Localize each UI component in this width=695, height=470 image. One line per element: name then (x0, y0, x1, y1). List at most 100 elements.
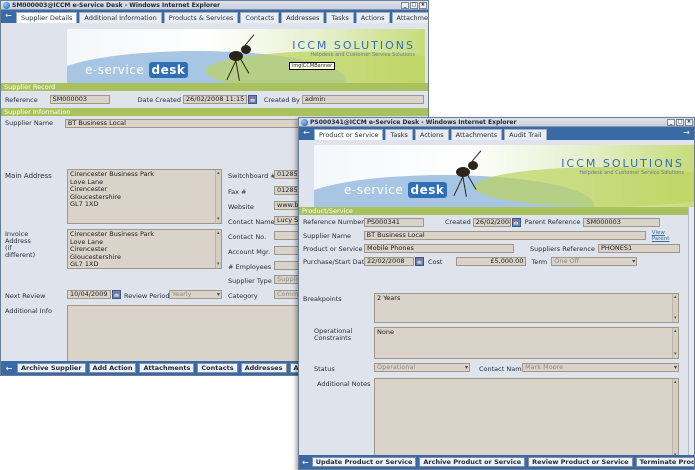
cost-label: Cost (428, 257, 443, 266)
supplier-name-field[interactable]: BT Business Local (363, 231, 646, 240)
status-select[interactable]: Operational (374, 363, 470, 372)
supplier-type-label: Supplier Type (228, 277, 272, 285)
tab-contacts[interactable]: Contacts (240, 12, 280, 23)
tab-tasks[interactable]: Tasks (326, 12, 354, 23)
term-select[interactable]: One Off (551, 257, 638, 266)
tab-audit-trail[interactable]: Audit Trail (504, 129, 547, 140)
tab-attachments[interactable]: Attachments (391, 12, 428, 23)
ie-icon (3, 1, 10, 9)
iccm-brand: ICCM SOLUTIONS (561, 157, 684, 170)
back-arrow-icon[interactable]: ← (3, 11, 14, 22)
date-created-field[interactable]: 26/02/2008 11:15 (183, 95, 248, 104)
calendar-icon[interactable]: 📅 (415, 257, 424, 266)
category-label: Category (228, 292, 258, 300)
calendar-icon[interactable]: 📅 (112, 290, 121, 299)
switchboard-label: Switchboard # (228, 172, 276, 180)
tab-actions[interactable]: Actions (355, 12, 390, 23)
tab-bar: ← Product or Service Tasks Actions Attac… (299, 127, 694, 140)
main-address-label: Main Address (5, 172, 52, 180)
product-footer: ← Update Product or Service Archive Prod… (299, 455, 694, 469)
reference-field[interactable]: SM000003 (49, 95, 110, 104)
eservice-desk-logo: e-service desk (344, 182, 448, 198)
update-product-button[interactable]: Update Product or Service (311, 457, 417, 467)
tab-product-or-service[interactable]: Product or Service (314, 129, 384, 140)
additional-info-label: Additional Info (5, 307, 52, 315)
tab-attachments[interactable]: Attachments (450, 129, 503, 140)
review-period-select[interactable]: Yearly (169, 290, 222, 299)
calendar-icon[interactable]: 📅 (248, 95, 257, 104)
section-product-service: Product/Service (299, 207, 694, 215)
created-by-label: Created By (263, 95, 300, 104)
archive-supplier-button[interactable]: Archive Supplier (17, 363, 86, 373)
contact-name-select[interactable]: Mark Moore (522, 363, 679, 372)
purchase-start-date-field[interactable]: 22/02/2008 (364, 257, 414, 266)
additional-notes-label: Additional Notes (317, 380, 371, 388)
back-arrow-icon[interactable]: ← (301, 128, 312, 139)
title-bar: SM000003@ICCM e-Service Desk - Windows I… (1, 1, 428, 10)
created-by-field[interactable]: admin (301, 95, 424, 104)
archive-product-button[interactable]: Archive Product or Service (419, 457, 526, 467)
tab-actions[interactable]: Actions (414, 129, 449, 140)
tab-supplier-details[interactable]: Supplier Details (16, 12, 78, 23)
add-action-button[interactable]: Add Action (88, 363, 137, 373)
view-parent-link[interactable]: View Parent (652, 230, 684, 242)
operational-constraints-label: Operational Constraints (314, 327, 353, 342)
account-mgr-label: Account Mgr. (228, 248, 271, 256)
created-field[interactable]: 26/02/2008 (472, 217, 511, 227)
next-review-label: Next Review (5, 292, 46, 300)
maximize-button[interactable]: □ (676, 118, 684, 126)
close-button[interactable]: × (685, 118, 693, 126)
addresses-button[interactable]: Addresses (240, 363, 287, 373)
reference-number-field[interactable]: PS000341 (364, 217, 424, 227)
contact-name-label: Contact Name (479, 365, 526, 373)
term-label: Term (531, 257, 548, 266)
banner: e-service desk ICCM SOLUTIONS Helpdesk a… (314, 145, 694, 207)
additional-info-textarea[interactable] (67, 305, 317, 367)
window-title: PS000341@ICCM e-Service Desk - Windows I… (310, 118, 517, 126)
supplier-name-label: Supplier Name (303, 231, 352, 240)
suppliers-reference-label: Suppliers Reference (530, 244, 595, 253)
attachments-button[interactable]: Attachments (139, 363, 195, 373)
parent-reference-field[interactable]: SM000003 (583, 217, 661, 227)
product-or-service-label: Product or Service (303, 244, 363, 253)
back-arrow-icon[interactable]: ← (302, 458, 309, 467)
invoice-address-textarea[interactable]: Cirencester Business Park Love Lane Cire… (67, 229, 222, 269)
banner: e-service desk ICCM SOLUTIONS Helpdesk a… (67, 29, 425, 83)
website-label: Website (228, 203, 254, 211)
contacts-button[interactable]: Contacts (197, 363, 238, 373)
banner-tooltip: imgICCMBanner (289, 62, 336, 70)
close-button[interactable]: × (419, 1, 427, 9)
invoice-address-label: Invoice Address (if different) (5, 230, 36, 259)
supplier-name-label: Supplier Name (5, 119, 54, 127)
breakpoints-textarea[interactable]: 2 Years (374, 293, 679, 323)
product-or-service-field[interactable]: Mobile Phones (364, 244, 514, 253)
section-supplier-record: Supplier Record (1, 83, 428, 91)
calendar-icon[interactable]: 📅 (511, 217, 521, 227)
suppliers-reference-field[interactable]: PHONES1 (597, 244, 680, 253)
operational-constraints-textarea[interactable]: None (374, 327, 679, 359)
maximize-button[interactable]: □ (410, 1, 418, 9)
tab-bar: ← Supplier Details Additional Informatio… (1, 10, 428, 23)
terminate-product-button[interactable]: Terminate Product or Ser (635, 457, 694, 467)
cost-field[interactable]: £5,000.00 (456, 257, 527, 266)
ant-illustration (207, 31, 267, 81)
reference-label: Reference (5, 95, 38, 104)
next-review-field[interactable]: 10/04/2009 (67, 290, 111, 299)
reference-number-label: Reference Number (303, 218, 364, 226)
forward-arrow-icon[interactable]: → (681, 128, 692, 139)
main-address-textarea[interactable]: Cirencester Business Park Love Lane Cire… (67, 169, 222, 224)
tab-products-services[interactable]: Products & Services (163, 12, 239, 23)
tab-tasks[interactable]: Tasks (385, 129, 413, 140)
minimize-button[interactable]: _ (667, 118, 675, 126)
additional-notes-textarea[interactable] (374, 378, 679, 460)
tab-additional-information[interactable]: Additional Information (79, 12, 162, 23)
fax-label: Fax # (228, 188, 247, 196)
tab-addresses[interactable]: Addresses (281, 12, 325, 23)
parent-reference-label: Parent Reference (524, 218, 581, 226)
back-arrow-icon[interactable]: ← (4, 364, 14, 373)
minimize-button[interactable]: _ (401, 1, 409, 9)
title-bar: PS000341@ICCM e-Service Desk - Windows I… (299, 118, 694, 127)
employees-label: # Employees (228, 263, 272, 271)
status-label: Status (314, 365, 335, 373)
review-product-button[interactable]: Review Product or Service (528, 457, 633, 467)
